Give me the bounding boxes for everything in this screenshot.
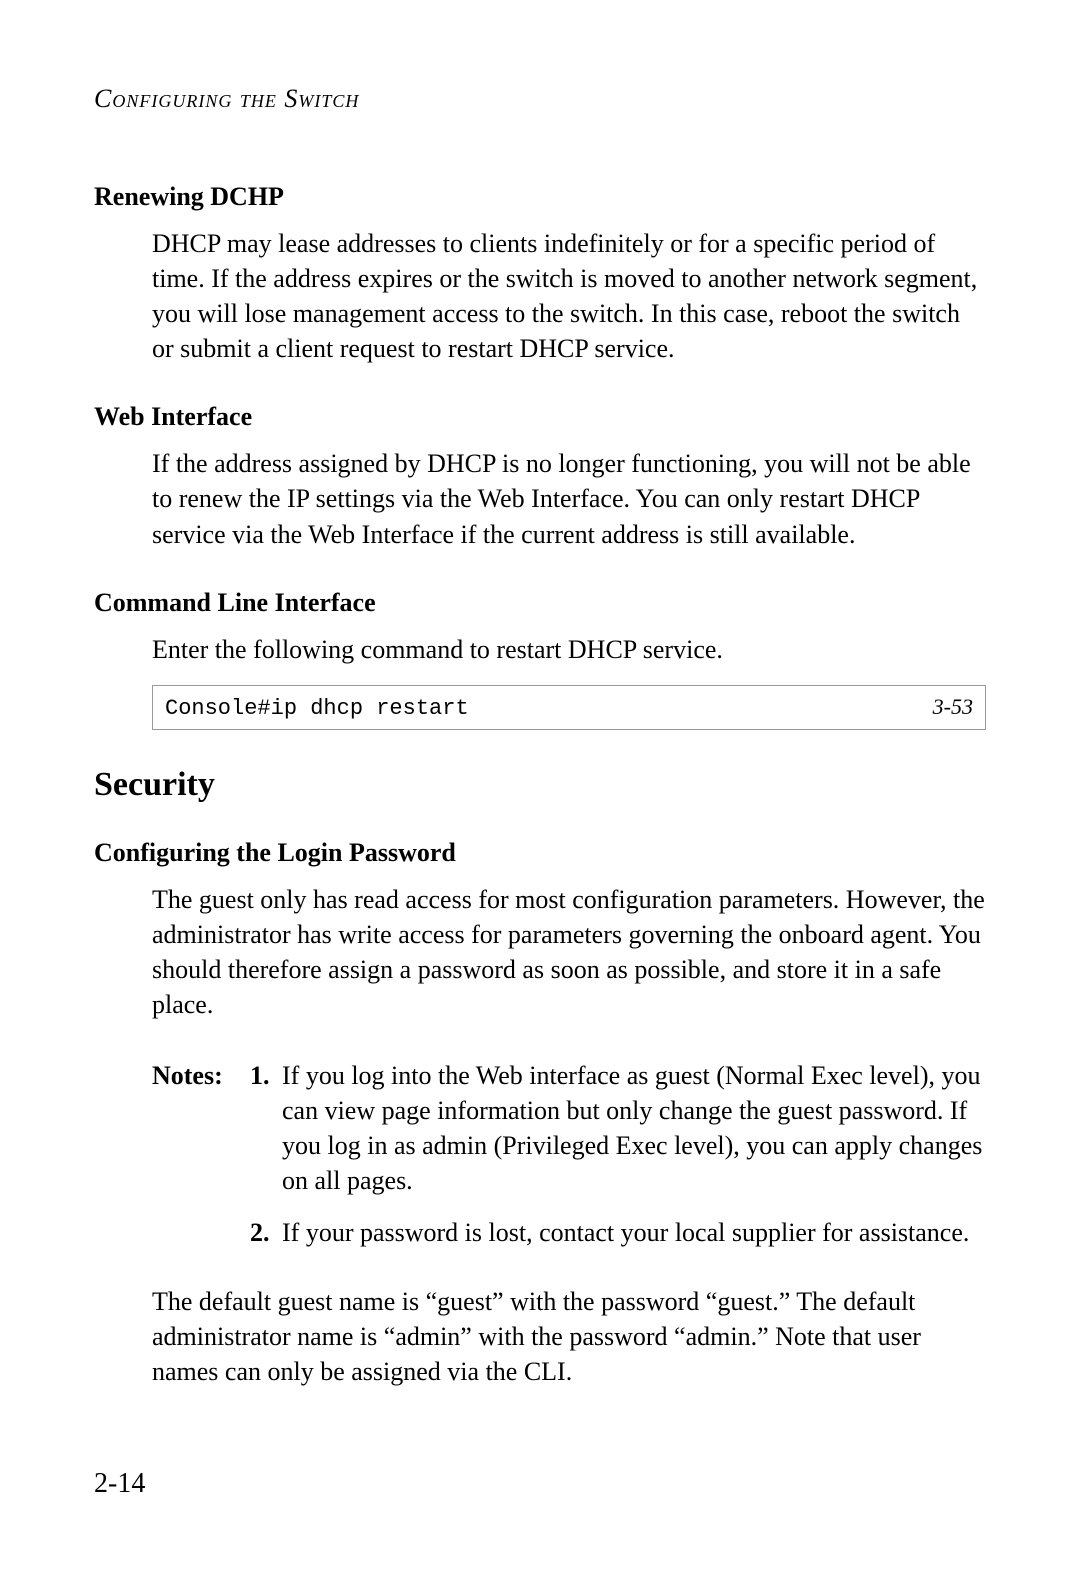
section-title-security: Security	[94, 766, 986, 804]
body-text-web-interface: If the address assigned by DHCP is no lo…	[152, 446, 986, 551]
body-text-security-defaults: The default guest name is “guest” with t…	[152, 1284, 986, 1389]
note-row-1: Notes: 1. If you log into the Web interf…	[152, 1058, 986, 1198]
subsection-title-renewing-dhcp: Renewing DCHP	[94, 182, 986, 212]
notes-block: Notes: 1. If you log into the Web interf…	[152, 1058, 986, 1249]
note-text-2: If your password is lost, contact your l…	[282, 1215, 986, 1250]
cli-command: Console#ip dhcp restart	[165, 696, 469, 721]
body-text-cli-intro: Enter the following command to restart D…	[152, 632, 986, 667]
note-num-2: 2.	[250, 1215, 282, 1250]
subsection-title-web-interface: Web Interface	[94, 402, 986, 432]
note-num-1: 1.	[250, 1058, 282, 1198]
body-text-security-intro: The guest only has read access for most …	[152, 882, 986, 1022]
notes-label-spacer	[152, 1215, 250, 1250]
subsection-title-cli: Command Line Interface	[94, 588, 986, 618]
note-row-2: 2. If your password is lost, contact you…	[152, 1215, 986, 1250]
note-text-1: If you log into the Web interface as gue…	[282, 1058, 986, 1198]
notes-label: Notes:	[152, 1058, 250, 1198]
running-head: Configuring the Switch	[94, 84, 986, 114]
body-text-renewing-dhcp: DHCP may lease addresses to clients inde…	[152, 226, 986, 366]
cli-reference: 3-53	[933, 694, 973, 720]
code-box: Console#ip dhcp restart 3-53	[152, 685, 986, 730]
page-number: 2-14	[94, 1468, 145, 1500]
subsection-title-config-login-password: Configuring the Login Password	[94, 838, 986, 868]
